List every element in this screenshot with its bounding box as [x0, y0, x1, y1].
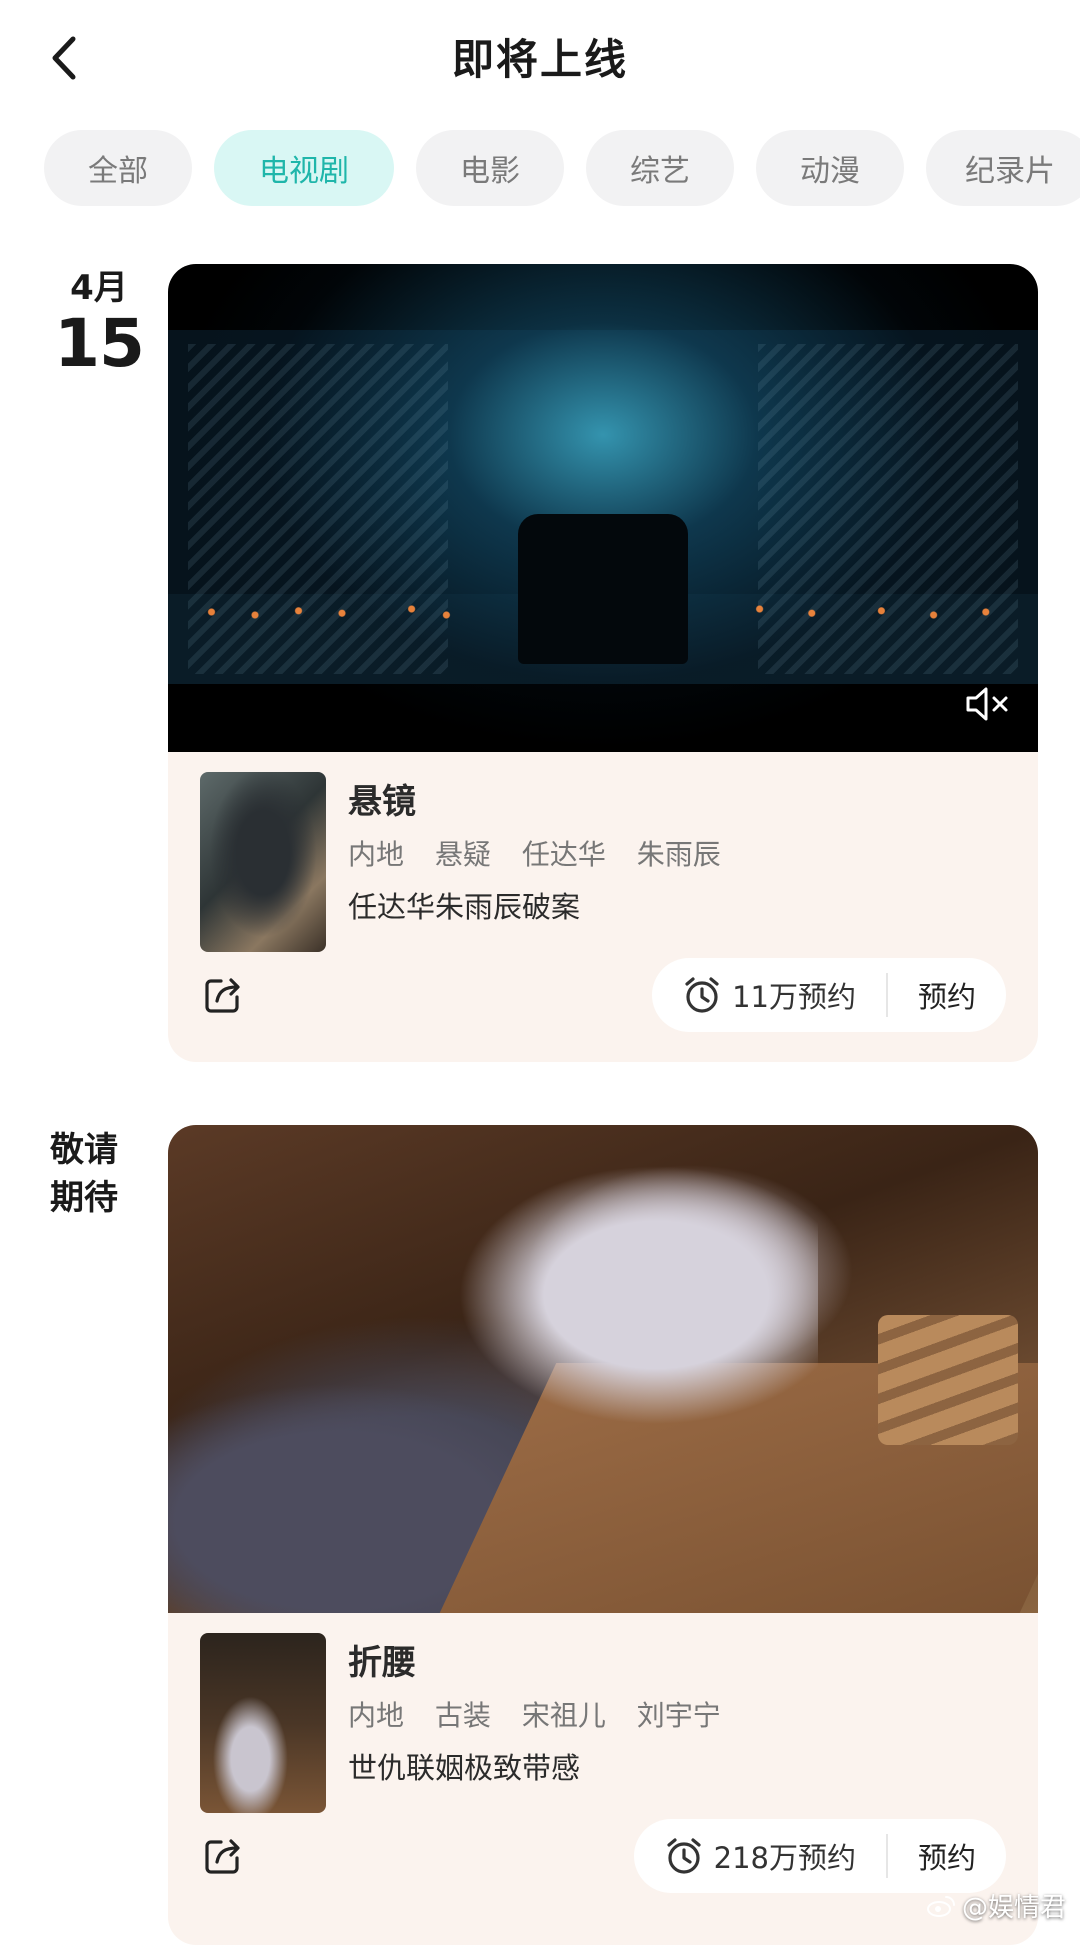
scene-decoration	[878, 1315, 1018, 1445]
category-tabs: 全部 电视剧 电影 综艺 动漫 纪录片	[44, 130, 1080, 206]
tag-actor: 宋祖儿	[522, 1699, 606, 1732]
show-title[interactable]: 悬镜	[348, 780, 1038, 824]
reservation-count: 11万预约	[732, 974, 856, 1016]
speaker-muted-icon	[964, 685, 1010, 723]
show-info: 折腰 内地 古装 宋祖儿 刘宇宁 世仇联姻极致带感	[168, 1613, 1038, 1743]
card-actions: 218万预约 预约	[168, 1783, 1038, 1923]
show-title[interactable]: 折腰	[348, 1641, 1038, 1685]
tag-actor: 任达华	[522, 838, 606, 871]
tab-all[interactable]: 全部	[44, 130, 192, 206]
show-description: 任达华朱雨辰破案	[348, 890, 1038, 924]
mute-button[interactable]	[962, 682, 1012, 726]
tab-documentary[interactable]: 纪录片	[926, 130, 1080, 206]
scene-decoration	[518, 514, 688, 664]
weibo-icon	[926, 1894, 956, 1918]
side-label-line: 期待	[44, 1174, 154, 1222]
show-description: 世仇联姻极致带感	[348, 1751, 1038, 1785]
tab-variety[interactable]: 综艺	[586, 130, 734, 206]
reservation-count-wrap: 218万预约	[664, 1835, 886, 1877]
tag-region: 内地	[348, 1699, 404, 1732]
coming-soon-label: 敬请 期待	[44, 1126, 154, 1222]
show-tags: 内地 古装 宋祖儿 刘宇宁	[348, 1699, 1038, 1733]
share-icon	[203, 975, 243, 1015]
reservation-count: 218万预约	[714, 1835, 856, 1877]
show-info: 悬镜 内地 悬疑 任达华 朱雨辰 任达华朱雨辰破案	[168, 752, 1038, 882]
reservation-pill: 218万预约 预约	[634, 1819, 1006, 1893]
release-date: 4月 15	[44, 268, 154, 380]
watermark-text: @娱情君	[962, 1887, 1066, 1924]
watermark: @娱情君	[926, 1887, 1066, 1924]
share-icon	[203, 1836, 243, 1876]
tab-tv-series[interactable]: 电视剧	[214, 130, 394, 206]
show-card[interactable]: 折腰 内地 古装 宋祖儿 刘宇宁 世仇联姻极致带感	[168, 1125, 1038, 1945]
share-button[interactable]	[198, 970, 248, 1020]
tag-region: 内地	[348, 838, 404, 871]
trailer-video[interactable]	[168, 1125, 1038, 1613]
trailer-video[interactable]	[168, 264, 1038, 752]
tag-actor: 刘宇宁	[637, 1699, 721, 1732]
release-month: 4月	[44, 268, 154, 308]
scene-decoration	[458, 1165, 818, 1425]
tag-genre: 悬疑	[435, 838, 491, 871]
tab-anime[interactable]: 动漫	[756, 130, 904, 206]
release-day: 15	[44, 308, 154, 380]
tag-genre: 古装	[435, 1699, 491, 1732]
reserve-button[interactable]: 预约	[888, 974, 976, 1016]
page-title: 即将上线	[0, 26, 1080, 87]
show-tags: 内地 悬疑 任达华 朱雨辰	[348, 838, 1038, 872]
header: 即将上线	[0, 0, 1080, 110]
share-button[interactable]	[198, 1831, 248, 1881]
side-label-line: 敬请	[44, 1126, 154, 1174]
show-card[interactable]: 悬镜 内地 悬疑 任达华 朱雨辰 任达华朱雨辰破案	[168, 264, 1038, 1062]
reservation-pill: 11万预约 预约	[652, 958, 1006, 1032]
alarm-clock-icon	[682, 975, 722, 1015]
reserve-button[interactable]: 预约	[888, 1835, 976, 1877]
tab-movie[interactable]: 电影	[416, 130, 564, 206]
tag-actor: 朱雨辰	[637, 838, 721, 871]
card-actions: 11万预约 预约	[168, 922, 1038, 1062]
reservation-count-wrap: 11万预约	[682, 974, 886, 1016]
alarm-clock-icon	[664, 1836, 704, 1876]
